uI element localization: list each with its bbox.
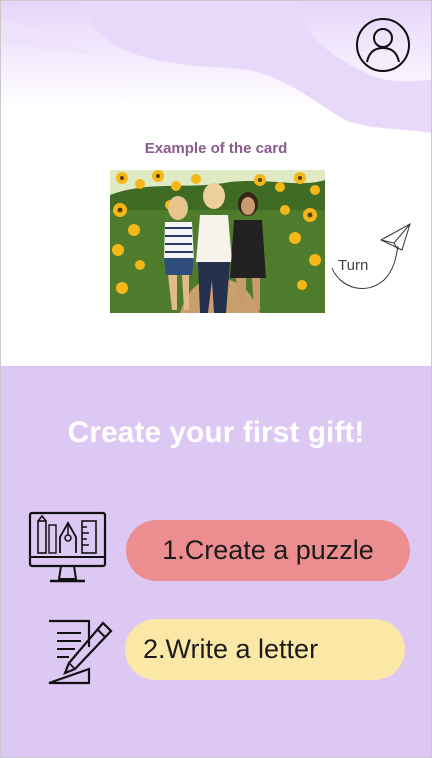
paper-plane-icon — [379, 222, 411, 251]
page-headline: Create your first gift! — [67, 416, 365, 449]
turn-label[interactable]: Turn — [338, 257, 368, 274]
create-puzzle-label: 1.Create a puzzle — [162, 535, 374, 565]
profile-icon[interactable] — [355, 17, 411, 73]
card-preview-section: Example of the card Turn — [0, 0, 432, 366]
write-letter-label: 2.Write a letter — [143, 634, 319, 664]
write-letter-button[interactable]: 2.Write a letter — [125, 619, 405, 680]
write-letter-icon — [48, 619, 113, 685]
card-caption: Example of the card — [144, 140, 288, 157]
design-monitor-icon — [28, 511, 107, 583]
app-screen: Example of the card Turn Create your fir… — [0, 0, 432, 758]
create-puzzle-button[interactable]: 1.Create a puzzle — [126, 520, 410, 581]
card-photo — [110, 170, 325, 313]
